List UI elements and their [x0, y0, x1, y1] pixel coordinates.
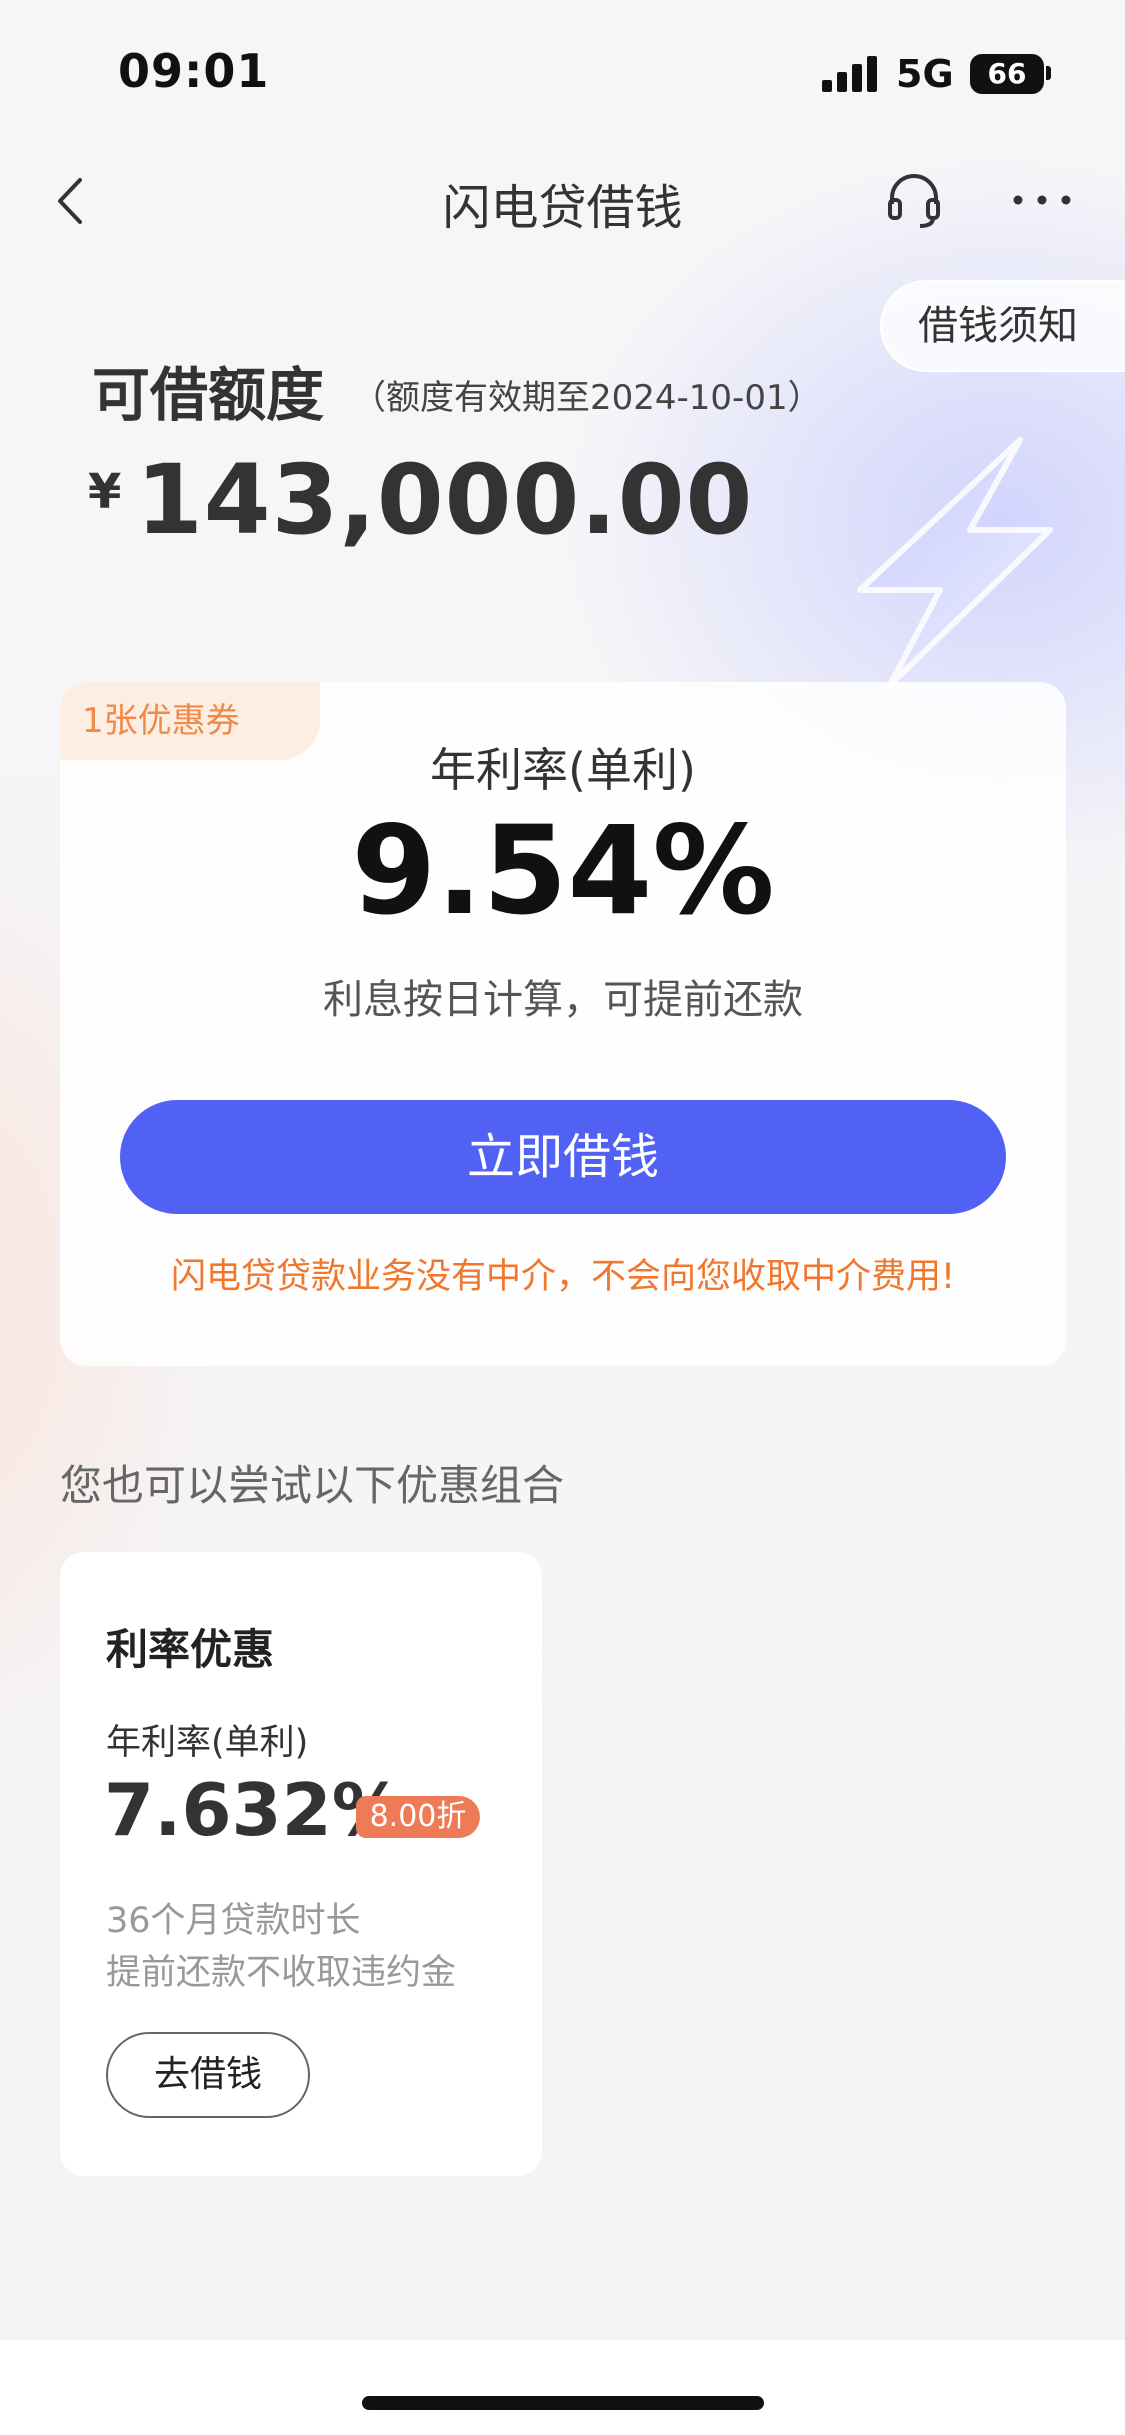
page-title: 闪电贷借钱 — [442, 180, 683, 236]
annual-rate-label: 年利率(单利) — [430, 743, 696, 797]
combo-card-rate-discount: 利率优惠 年利率(单利) 7.632% 8.00折 36个月贷款时长 提前还款不… — [60, 1552, 542, 2176]
customer-service-button[interactable] — [884, 170, 944, 230]
lightning-bolt-icon — [857, 437, 1053, 688]
battery-level: 66 — [987, 57, 1027, 90]
bottom-safe-area — [0, 2340, 1125, 2435]
combo-rate-label: 年利率(单利) — [106, 1723, 309, 1763]
agent-warning: 闪电贷贷款业务没有中介，不会向您收取中介费用! — [170, 1257, 956, 1297]
rate-description: 利息按日计算，可提前还款 — [323, 977, 803, 1023]
borrow-now-button[interactable]: 立即借钱 — [120, 1100, 1006, 1214]
go-borrow-button[interactable]: 去借钱 — [106, 2032, 310, 2118]
nav-bar: 闪电贷借钱 — [0, 150, 1125, 250]
headset-icon — [888, 174, 940, 228]
more-dots-icon — [1013, 195, 1071, 205]
home-indicator[interactable] — [362, 2396, 764, 2410]
battery-icon: 66 — [970, 54, 1044, 94]
borrow-notice-button[interactable]: 借钱须知 — [880, 280, 1125, 372]
limit-title: 可借额度 — [92, 361, 325, 429]
limit-validity: （额度有效期至2024-10-01） — [352, 378, 822, 418]
cellular-signal-icon — [822, 56, 882, 92]
more-button[interactable] — [1010, 170, 1074, 230]
combo-section-title: 您也可以尝试以下优惠组合 — [60, 1461, 565, 1510]
discount-badge: 8.00折 — [356, 1796, 480, 1838]
combo-title: 利率优惠 — [106, 1625, 275, 1674]
combo-note: 提前还款不收取违约金 — [106, 1953, 457, 1993]
status-time: 09:01 — [118, 44, 270, 98]
network-type: 5G — [896, 52, 954, 96]
status-bar: 09:01 5G 66 — [0, 0, 1125, 140]
annual-rate-value: 9.54% — [351, 800, 775, 942]
currency-symbol: ¥ — [88, 464, 122, 520]
combo-term: 36个月贷款时长 — [106, 1901, 361, 1941]
loan-rate-card: 1张优惠券 年利率(单利) 9.54% 利息按日计算，可提前还款 立即借钱 闪电… — [60, 682, 1066, 1366]
limit-amount: 143,000.00 — [136, 444, 754, 556]
battery-cap — [1046, 66, 1051, 80]
